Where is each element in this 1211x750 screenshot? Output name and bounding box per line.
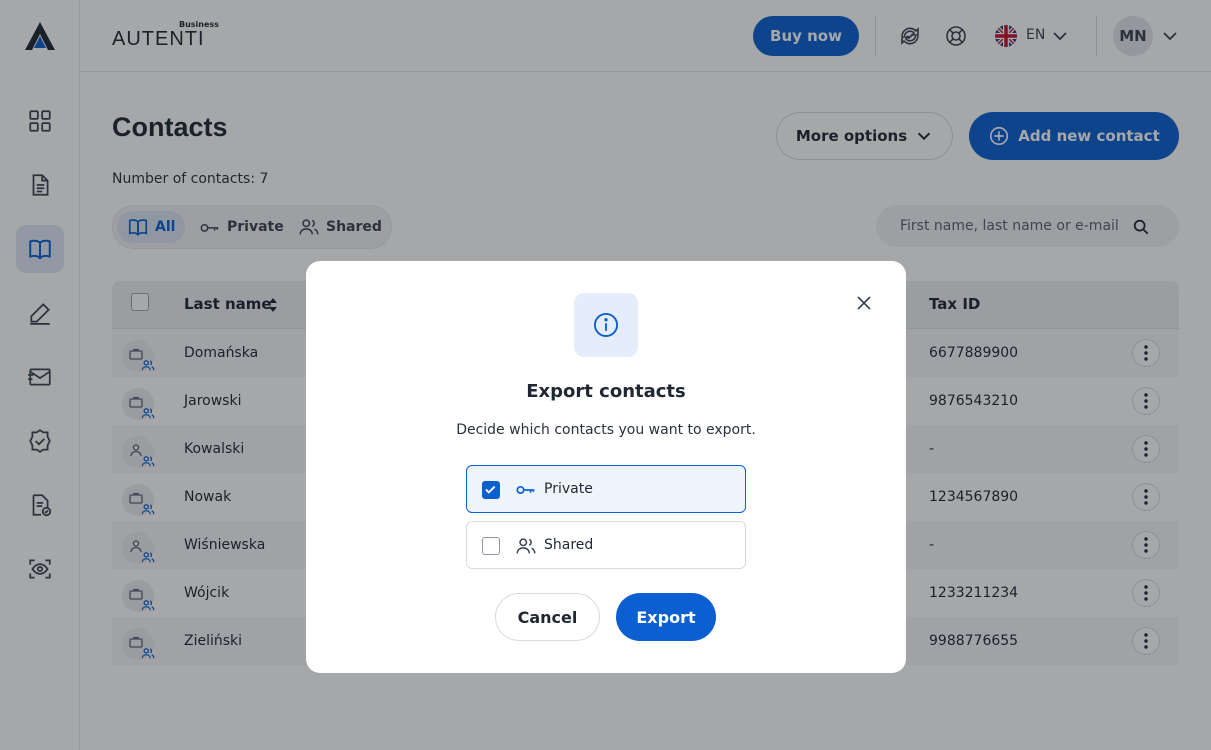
export-option-shared[interactable]: Shared: [466, 521, 746, 569]
dialog-title: Export contacts: [526, 381, 686, 402]
close-icon[interactable]: [854, 293, 874, 313]
export-option-label: Private: [544, 481, 593, 497]
cancel-button[interactable]: Cancel: [495, 593, 600, 641]
checkmark-icon: [485, 485, 496, 494]
export-button[interactable]: Export: [616, 593, 716, 641]
users-icon: [516, 538, 536, 554]
export-option-private[interactable]: Private: [466, 465, 746, 513]
info-icon-box: [574, 293, 638, 357]
key-icon: [516, 485, 535, 495]
export-contacts-dialog: Export contacts Decide which contacts yo…: [306, 261, 906, 673]
dialog-description: Decide which contacts you want to export…: [456, 422, 756, 438]
export-option-label: Shared: [544, 537, 594, 553]
info-icon: [593, 312, 619, 338]
private-checkbox[interactable]: [482, 481, 500, 499]
shared-checkbox[interactable]: [482, 537, 500, 555]
